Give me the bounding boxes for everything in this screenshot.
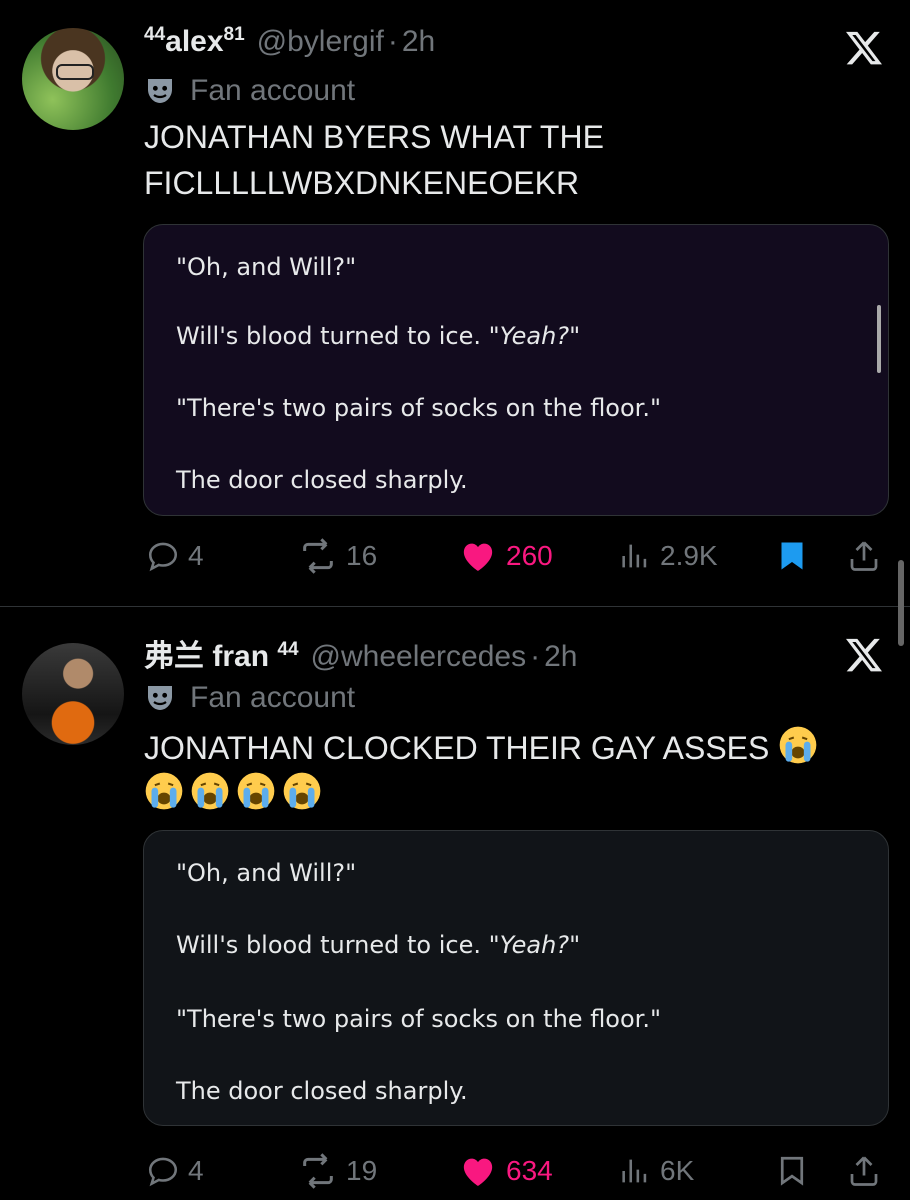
share-icon [846, 1153, 882, 1189]
bookmark-button[interactable] [774, 1147, 818, 1195]
text-screenshot-card[interactable]: "Oh, and Will?" Will's blood turned to i… [143, 224, 889, 516]
fan-account-label: Fan account [144, 74, 355, 108]
timestamp[interactable]: 2h [402, 25, 435, 59]
theater-mask-icon [144, 75, 176, 107]
tweet-text: JONATHAN BYERS WHAT THE FICLLLLLWBXDNKEN… [144, 119, 604, 201]
share-icon [846, 538, 882, 574]
x-logo-icon [842, 635, 886, 675]
like-count: 634 [506, 1155, 553, 1186]
tweet-header: 44alex81 @bylergif · 2h [144, 24, 435, 59]
views-button[interactable]: 6K [618, 1147, 694, 1195]
card-line: "There's two pairs of socks on the floor… [176, 394, 662, 422]
bookmark-button[interactable] [774, 532, 818, 580]
repost-icon [298, 1151, 338, 1191]
card-line: The door closed sharply. [176, 466, 468, 494]
reply-icon [146, 1154, 180, 1188]
loudly-crying-emoji-icon [236, 771, 276, 811]
loudly-crying-emoji-icon [144, 771, 184, 811]
like-button[interactable]: 634 [458, 1147, 553, 1195]
tweet-header: 弗兰 fran 44 @wheelercedes · 2h [144, 631, 577, 675]
like-button[interactable]: 260 [458, 532, 553, 580]
timestamp[interactable]: 2h [544, 640, 577, 674]
reply-icon [146, 539, 180, 573]
display-name[interactable]: 弗兰 fran 44 [144, 631, 299, 675]
share-button[interactable] [846, 532, 890, 580]
separator: · [387, 25, 398, 58]
avatar[interactable] [22, 28, 124, 130]
views-icon [618, 539, 652, 573]
scrollbar[interactable] [877, 305, 881, 373]
views-icon [618, 1154, 652, 1188]
action-bar: 4 16 260 2.9K [0, 532, 910, 580]
text-screenshot-card[interactable]: "Oh, and Will?" Will's blood turned to i… [143, 830, 889, 1126]
reply-count: 4 [188, 540, 204, 571]
theater-mask-icon [144, 682, 176, 714]
tweet[interactable]: 弗兰 fran 44 @wheelercedes · 2h Fan accoun… [0, 607, 910, 1200]
tweet-text-content: JONATHAN CLOCKED THEIR GAY ASSES [144, 730, 770, 766]
tweet-text: JONATHAN CLOCKED THEIR GAY ASSES [144, 725, 874, 817]
handle[interactable]: @bylergif [257, 25, 384, 59]
fan-account-label: Fan account [144, 681, 355, 715]
glasses-decoration [56, 64, 94, 80]
action-bar: 4 19 634 6K [0, 1147, 910, 1195]
like-count: 260 [506, 540, 553, 571]
view-count: 6K [660, 1155, 695, 1186]
card-line: The door closed sharply. [176, 1077, 468, 1105]
display-name[interactable]: 44alex81 [144, 24, 245, 59]
loudly-crying-emoji-icon [778, 725, 818, 765]
bookmark-icon [774, 538, 810, 574]
loudly-crying-emoji-icon [190, 771, 230, 811]
card-line: Will's blood turned to ice. "Yeah?" [176, 931, 581, 959]
card-line: "Oh, and Will?" [176, 859, 357, 887]
repost-icon [298, 536, 338, 576]
bookmark-icon [774, 1153, 810, 1189]
x-logo-icon [842, 28, 886, 68]
reply-button[interactable]: 4 [146, 1147, 204, 1195]
heart-icon [458, 1151, 498, 1191]
label-text: Fan account [190, 74, 356, 107]
view-count: 2.9K [660, 540, 718, 571]
loudly-crying-emoji-icon [282, 771, 322, 811]
repost-count: 16 [346, 540, 378, 571]
repost-button[interactable]: 16 [298, 532, 377, 580]
handle[interactable]: @wheelercedes [311, 640, 527, 674]
reply-button[interactable]: 4 [146, 532, 204, 580]
card-line: Will's blood turned to ice. "Yeah?" [176, 322, 581, 350]
card-line: "There's two pairs of socks on the floor… [176, 1005, 662, 1033]
label-text: Fan account [190, 681, 356, 714]
reply-count: 4 [188, 1155, 204, 1186]
avatar[interactable] [22, 643, 124, 745]
repost-button[interactable]: 19 [298, 1147, 377, 1195]
separator: · [530, 640, 541, 673]
heart-icon [458, 536, 498, 576]
tweet[interactable]: 44alex81 @bylergif · 2h Fan account JONA… [0, 0, 910, 606]
share-button[interactable] [846, 1147, 890, 1195]
repost-count: 19 [346, 1155, 378, 1186]
views-button[interactable]: 2.9K [618, 532, 718, 580]
card-line: "Oh, and Will?" [176, 253, 357, 281]
